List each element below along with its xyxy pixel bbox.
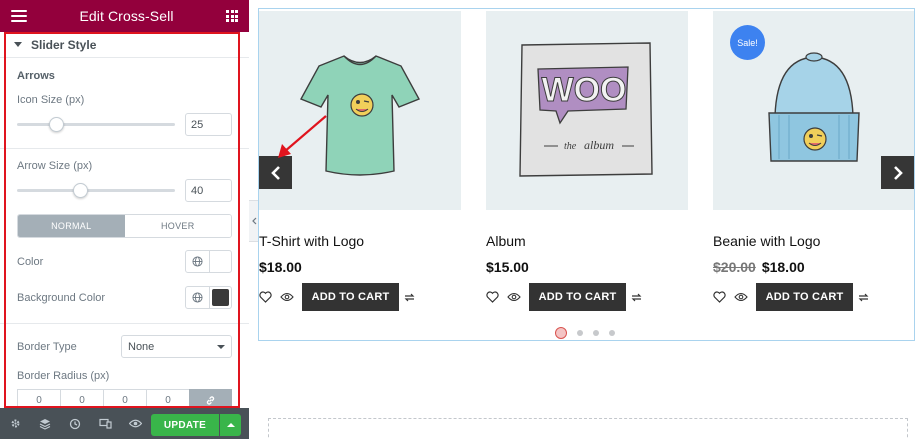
history-icon[interactable] bbox=[60, 408, 90, 439]
pagination-dot-active[interactable] bbox=[555, 327, 567, 339]
arrow-size-slider-track[interactable] bbox=[17, 189, 175, 192]
product-image-album[interactable]: WOO the album bbox=[486, 11, 688, 210]
border-radius-label: Border Radius (px) bbox=[17, 370, 110, 382]
compare-icon[interactable] bbox=[630, 291, 643, 304]
compare-icon[interactable] bbox=[857, 291, 870, 304]
icon-size-slider-track[interactable] bbox=[17, 123, 175, 126]
quick-view-eye-icon[interactable] bbox=[280, 292, 294, 302]
border-type-label: Border Type bbox=[17, 341, 77, 353]
product-title[interactable]: Album bbox=[486, 233, 526, 249]
global-colors-icon[interactable] bbox=[186, 287, 210, 308]
quick-view-eye-icon[interactable] bbox=[507, 292, 521, 302]
section-toggle-slider-style[interactable]: Slider Style bbox=[0, 32, 249, 58]
update-options-button[interactable] bbox=[220, 414, 241, 436]
carousel-next-button[interactable] bbox=[881, 156, 914, 189]
chevron-right-icon bbox=[893, 165, 903, 180]
wishlist-heart-icon[interactable] bbox=[259, 291, 272, 303]
update-button[interactable]: UPDATE bbox=[151, 414, 219, 436]
color-swatch-empty[interactable] bbox=[212, 253, 229, 270]
pagination-dot[interactable] bbox=[593, 330, 599, 336]
add-to-cart-button[interactable]: ADD TO CART bbox=[756, 283, 853, 311]
product-price: $15.00 bbox=[486, 259, 529, 275]
layers-icon[interactable] bbox=[30, 408, 60, 439]
product-title[interactable]: Beanie with Logo bbox=[713, 233, 820, 249]
dropdown-arrow-icon bbox=[217, 344, 225, 349]
product-actions: ADD TO CART bbox=[259, 283, 416, 311]
annotation-arrow-icon bbox=[278, 115, 327, 158]
tab-normal[interactable]: NORMAL bbox=[18, 215, 125, 237]
panel-title: Edit Cross-Sell bbox=[79, 8, 174, 24]
section-title: Slider Style bbox=[31, 37, 97, 52]
svg-text:the: the bbox=[564, 141, 577, 152]
editor-panel: Edit Cross-Sell Slider Style Arrows Icon… bbox=[0, 0, 249, 439]
product-title[interactable]: T-Shirt with Logo bbox=[259, 233, 364, 249]
pagination-dot[interactable] bbox=[609, 330, 615, 336]
price-current: $15.00 bbox=[486, 259, 529, 275]
product-price: $20.00 $18.00 bbox=[713, 259, 805, 275]
product-price: $18.00 bbox=[259, 259, 302, 275]
widgets-grid-icon[interactable] bbox=[226, 10, 238, 22]
arrow-size-input[interactable]: 40 bbox=[185, 179, 232, 202]
border-type-value: None bbox=[128, 340, 155, 353]
responsive-icon[interactable] bbox=[90, 408, 120, 439]
color-picker[interactable] bbox=[185, 250, 232, 273]
product-card: WOO the album Album $15.00 ADD TO CART bbox=[486, 9, 688, 329]
arrows-heading: Arrows bbox=[17, 70, 55, 82]
carousel-pagination bbox=[555, 327, 625, 339]
caret-up-icon bbox=[226, 423, 235, 427]
color-label: Color bbox=[17, 256, 44, 268]
svg-text:album: album bbox=[584, 138, 614, 152]
background-color-swatch[interactable] bbox=[212, 289, 229, 306]
chevron-left-icon bbox=[252, 217, 257, 225]
chevron-left-icon bbox=[270, 165, 280, 180]
preview-eye-icon[interactable] bbox=[120, 408, 150, 439]
global-colors-icon[interactable] bbox=[186, 251, 210, 272]
wishlist-heart-icon[interactable] bbox=[713, 291, 726, 303]
compare-icon[interactable] bbox=[403, 291, 416, 304]
settings-icon[interactable] bbox=[0, 408, 30, 439]
product-actions: ADD TO CART bbox=[486, 283, 643, 311]
add-to-cart-button[interactable]: ADD TO CART bbox=[302, 283, 399, 311]
panel-header: Edit Cross-Sell bbox=[0, 0, 249, 32]
product-actions: ADD TO CART bbox=[713, 283, 870, 311]
price-current: $18.00 bbox=[259, 259, 302, 275]
price-current: $18.00 bbox=[761, 259, 805, 275]
sale-badge: Sale! bbox=[730, 25, 765, 60]
add-to-cart-button[interactable]: ADD TO CART bbox=[529, 283, 626, 311]
background-color-label: Background Color bbox=[17, 292, 106, 304]
tab-hover[interactable]: HOVER bbox=[124, 215, 231, 237]
cross-sell-carousel: T-Shirt with Logo $18.00 ADD TO CART WOO… bbox=[258, 8, 915, 341]
icon-size-label: Icon Size (px) bbox=[17, 94, 85, 106]
border-type-select[interactable]: None bbox=[121, 335, 232, 358]
divider bbox=[0, 323, 249, 324]
state-tabs: NORMAL HOVER bbox=[17, 214, 232, 238]
price-original: $20.00 bbox=[713, 259, 756, 275]
empty-drop-area bbox=[268, 418, 908, 439]
arrow-size-label: Arrow Size (px) bbox=[17, 160, 93, 172]
icon-size-input[interactable]: 25 bbox=[185, 113, 232, 136]
hamburger-menu-icon[interactable] bbox=[11, 10, 27, 22]
svg-text:WOO: WOO bbox=[542, 71, 627, 109]
quick-view-eye-icon[interactable] bbox=[734, 292, 748, 302]
pagination-dot[interactable] bbox=[577, 330, 583, 336]
caret-down-icon bbox=[14, 42, 22, 47]
divider bbox=[0, 148, 249, 149]
background-color-picker[interactable] bbox=[185, 286, 232, 309]
arrow-size-slider-handle[interactable] bbox=[72, 183, 88, 198]
wishlist-heart-icon[interactable] bbox=[486, 291, 499, 303]
icon-size-slider-handle[interactable] bbox=[49, 117, 64, 132]
